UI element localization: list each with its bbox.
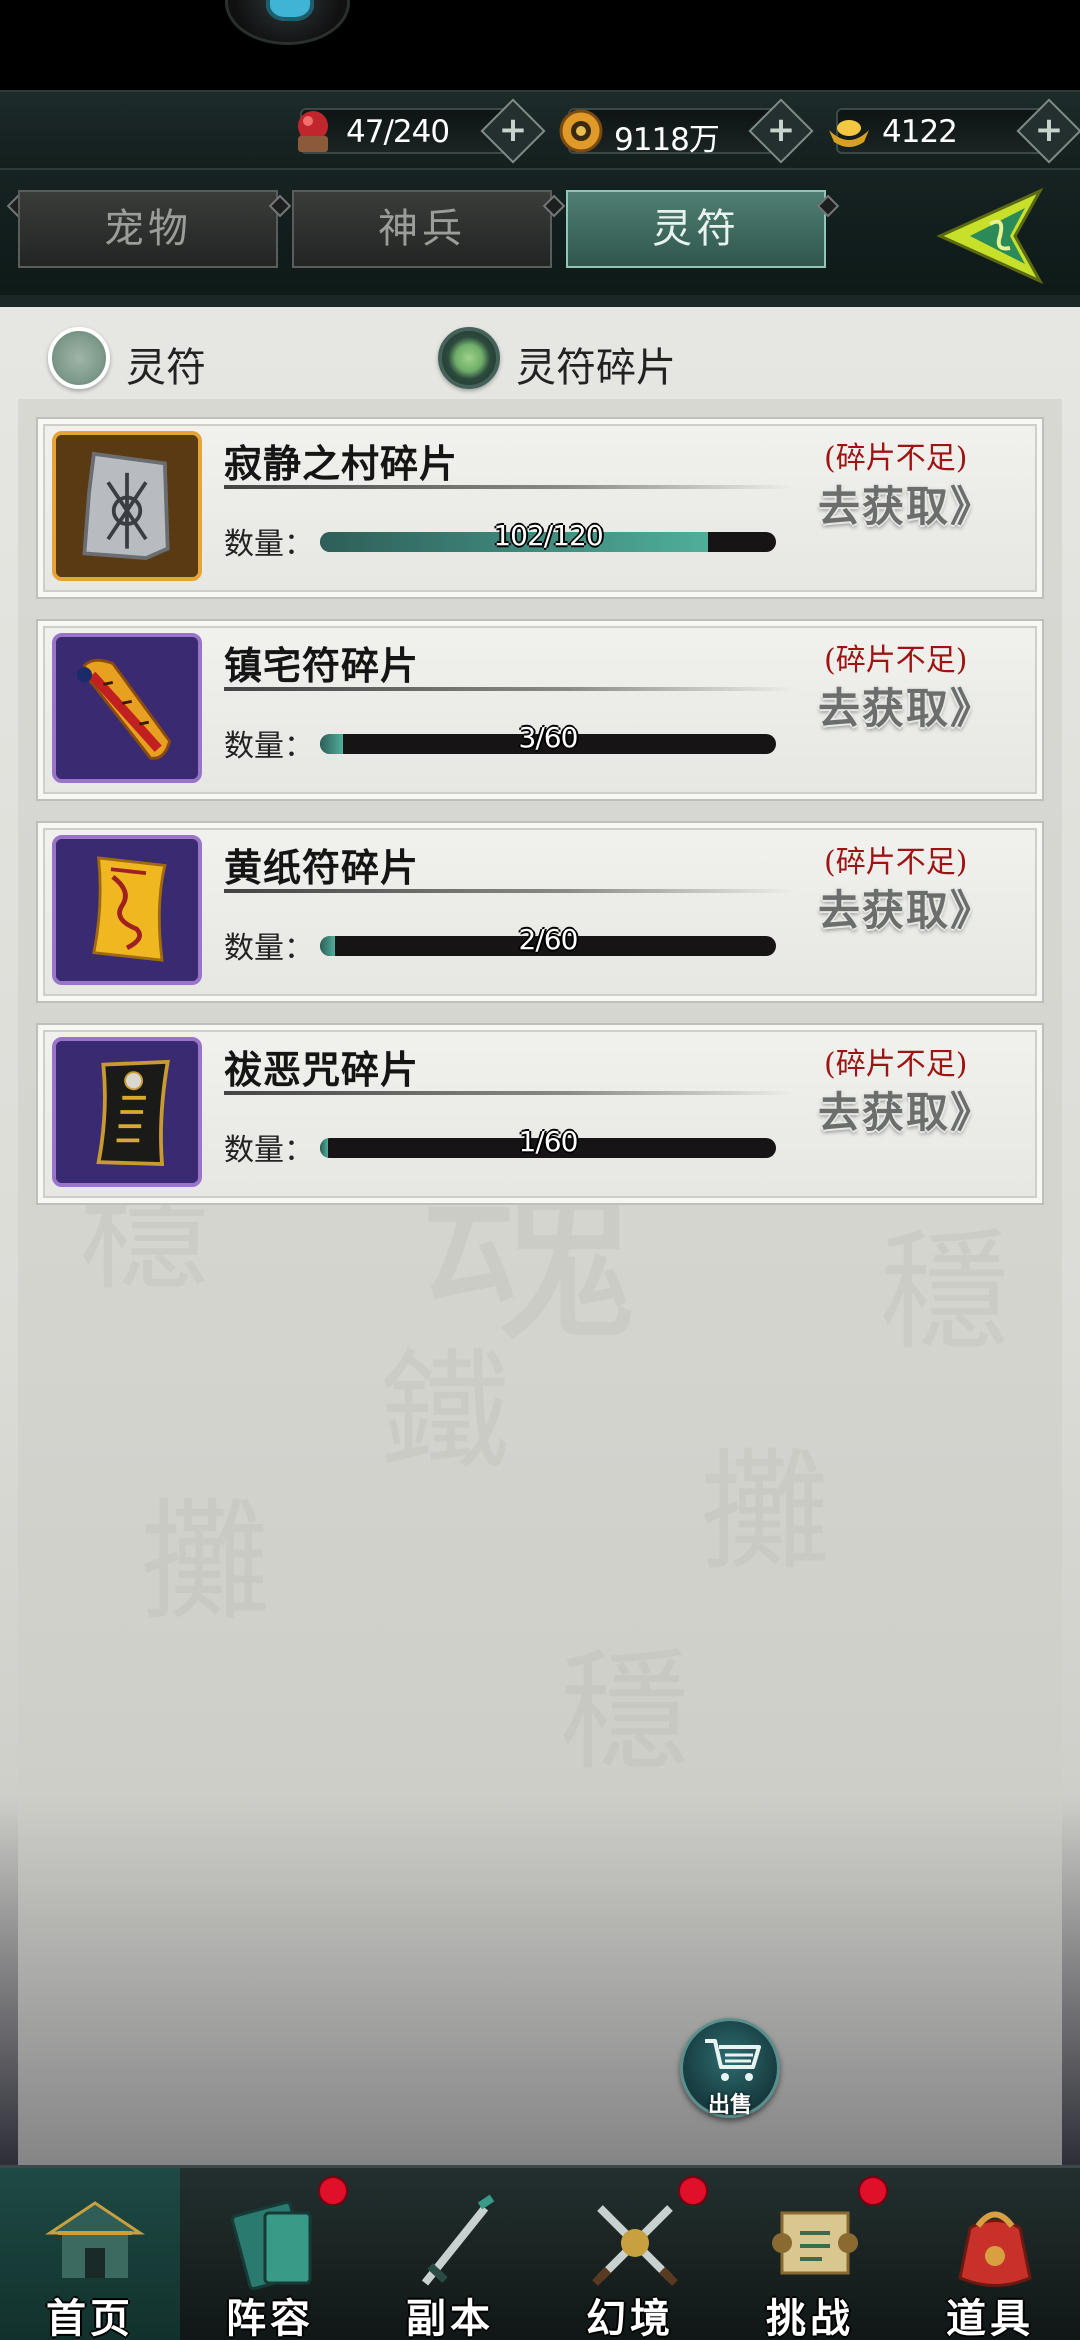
nav-label: 道具 [946,2295,1034,2340]
resource-gold-value: 9118万 [614,122,720,158]
top-status-area [0,0,1080,90]
quantity-value: 1/60 [518,1125,579,1158]
nav-home[interactable]: 首页 [0,2168,180,2340]
sell-label: 出售 [707,2092,752,2118]
filter-label: 灵符 [126,345,206,391]
nav-label: 阵容 [226,2295,314,2340]
resource-bar: 47/240 + 9118万 + 4122 + [0,90,1080,170]
filter-label: 灵符碎片 [516,345,676,391]
obtain-button[interactable]: 去获取》 [818,473,1018,533]
category-tab-bar: 宠物 神兵 灵符 [0,170,1080,295]
resource-ingot: 4122 + [829,98,1080,164]
quantity-label: 数量： [224,931,314,966]
red-talisman-icon[interactable] [52,633,202,783]
nav-items[interactable]: 道具 [900,2168,1080,2340]
item-name: 寂静之村碎片 [224,441,459,486]
quantity-value: 2/60 [518,923,579,956]
divider [224,687,794,691]
item-name: 黄纸符碎片 [224,845,420,890]
item-name: 祓恶咒碎片 [224,1047,420,1092]
nav-challenge[interactable]: 挑战 [720,2168,900,2340]
divider [224,485,794,489]
divider [224,889,794,893]
obtain-button[interactable]: 去获取》 [818,877,1018,937]
quantity-value: 3/60 [518,721,579,754]
crossed-swords-icon [580,2188,690,2298]
nav-label: 幻境 [586,2295,674,2340]
sell-button[interactable]: 出售 [680,2018,780,2118]
add-ingot-button[interactable]: + [1016,98,1080,164]
book-icon [220,2188,330,2298]
filter-talisman[interactable]: 灵符 [48,327,248,393]
list-item: 寂静之村碎片 数量： 102/120 (碎片不足) 去获取》 [36,417,1044,599]
plus-icon: + [498,110,528,150]
radio-unselected-icon [48,327,110,389]
avatar[interactable] [225,0,350,45]
quantity-label: 数量： [224,527,314,562]
radio-selected-icon [438,327,500,389]
stamina-orb-icon [288,106,338,156]
back-button[interactable] [930,186,1060,286]
yellow-talisman-icon[interactable] [52,835,202,985]
sword-icon [400,2188,510,2298]
list-item: 祓恶咒碎片 数量： 1/60 (碎片不足) 去获取》 [36,1023,1044,1205]
nav-label: 副本 [406,2295,494,2340]
main-panel: 穩 魂 鐵 攤 穩 攤 穩 灵符 灵符碎片 寂静之村碎片 数量： [0,295,1080,2179]
insufficient-status: (碎片不足) [824,845,968,880]
insufficient-status: (碎片不足) [824,441,968,476]
quantity-label: 数量： [224,1133,314,1168]
plus-icon: + [1034,110,1064,150]
gold-coin-icon [556,106,606,156]
plus-icon: + [766,110,796,150]
obtain-button[interactable]: 去获取》 [818,675,1018,735]
notification-badge [858,2176,888,2206]
insufficient-status: (碎片不足) [824,643,968,678]
nav-label: 首页 [46,2295,134,2340]
scroll-icon [760,2188,870,2298]
resource-stamina: 47/240 + [298,98,546,164]
shopping-cart-icon [705,2039,761,2081]
resource-stamina-value: 47/240 [346,114,450,150]
divider [224,1091,794,1095]
resource-gold: 9118万 + [559,98,814,164]
tab-weapons[interactable]: 神兵 [292,190,552,268]
palace-icon [40,2188,150,2298]
item-name: 镇宅符碎片 [224,643,420,688]
quantity-value: 102/120 [493,519,603,552]
resource-ingot-value: 4122 [882,114,958,150]
notification-badge [678,2176,708,2206]
tab-pets[interactable]: 宠物 [18,190,278,268]
quantity-label: 数量： [224,729,314,764]
tab-talismans[interactable]: 灵符 [566,190,826,268]
nav-label: 挑战 [766,2295,854,2340]
filter-talisman-fragment[interactable]: 灵符碎片 [438,327,698,393]
nav-illusion[interactable]: 幻境 [540,2168,720,2340]
bottom-navigation: 首页 阵容 副本 幻境 挑战 道具 [0,2165,1080,2340]
list-item: 黄纸符碎片 数量： 2/60 (碎片不足) 去获取》 [36,821,1044,1003]
nav-dungeon[interactable]: 副本 [360,2168,540,2340]
nav-lineup[interactable]: 阵容 [180,2168,360,2340]
fragment-list: 寂静之村碎片 数量： 102/120 (碎片不足) 去获取》 镇宅符碎片 数量： [18,399,1062,2179]
black-talisman-icon[interactable] [52,1037,202,1187]
obtain-button[interactable]: 去获取》 [818,1079,1018,1139]
add-stamina-button[interactable]: + [480,98,546,164]
silver-talisman-icon[interactable] [52,431,202,581]
ingot-icon [824,106,874,156]
back-arrow-icon [936,187,1044,285]
bag-icon [940,2188,1050,2298]
notification-badge [318,2176,348,2206]
list-item: 镇宅符碎片 数量： 3/60 (碎片不足) 去获取》 [36,619,1044,801]
insufficient-status: (碎片不足) [824,1047,968,1082]
add-gold-button[interactable]: + [748,98,814,164]
